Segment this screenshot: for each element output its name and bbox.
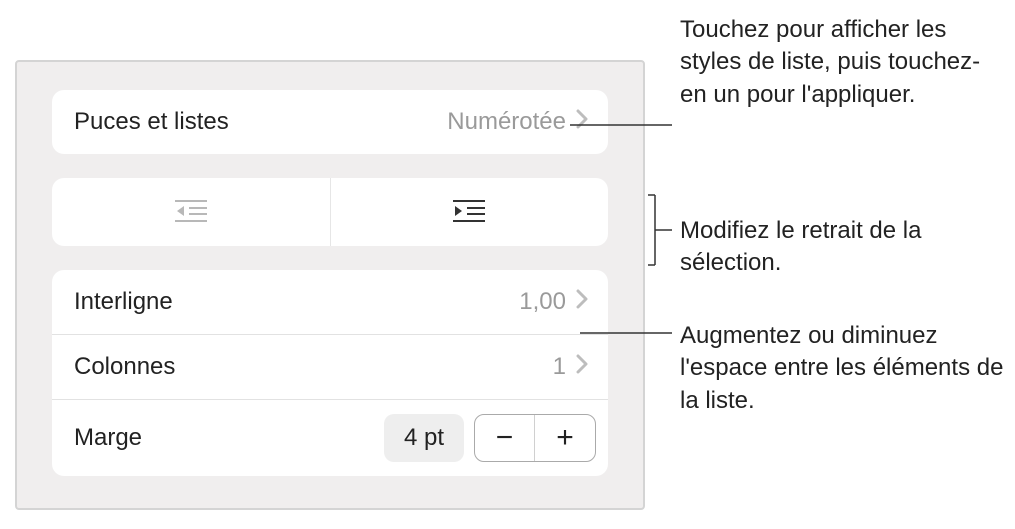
margin-value[interactable]: 4 pt <box>384 414 464 462</box>
callout-bullets: Touchez pour afficher les styles de list… <box>680 14 990 111</box>
bullets-lists-value: Numérotée <box>447 108 566 136</box>
bullets-lists-label: Puces et listes <box>74 108 229 136</box>
indent-button[interactable] <box>331 178 609 246</box>
outdent-icon <box>175 197 207 228</box>
margin-label: Marge <box>74 424 142 452</box>
plus-icon: + <box>556 421 574 455</box>
columns-value: 1 <box>553 353 566 381</box>
interline-row[interactable]: Interligne 1,00 <box>52 270 608 335</box>
chevron-right-icon <box>576 289 588 315</box>
spacing-section: Interligne 1,00 Colonnes 1 Marge 4 pt <box>52 270 608 476</box>
chevron-right-icon <box>576 109 588 135</box>
callout-interline: Augmentez ou diminuez l'espace entre les… <box>680 320 1005 417</box>
chevron-right-icon <box>576 354 588 380</box>
interline-label: Interligne <box>74 288 173 316</box>
indent-section <box>52 178 608 246</box>
callout-indent: Modifiez le retrait de la sélection. <box>680 215 1000 280</box>
columns-right: 1 <box>553 353 588 381</box>
margin-increase-button[interactable]: + <box>535 415 595 461</box>
columns-label: Colonnes <box>74 353 175 381</box>
bullets-lists-right: Numérotée <box>447 108 588 136</box>
columns-row[interactable]: Colonnes 1 <box>52 335 608 400</box>
bullets-lists-section: Puces et listes Numérotée <box>52 90 608 154</box>
margin-stepper: − + <box>474 414 596 462</box>
minus-icon: − <box>496 421 514 455</box>
margin-decrease-button[interactable]: − <box>475 415 535 461</box>
margin-row: Marge 4 pt − + <box>52 400 608 476</box>
bullets-lists-row[interactable]: Puces et listes Numérotée <box>52 90 608 154</box>
indent-icon <box>453 197 485 228</box>
interline-right: 1,00 <box>519 288 588 316</box>
margin-controls: 4 pt − + <box>384 414 596 462</box>
outdent-button[interactable] <box>52 178 331 246</box>
format-panel: Puces et listes Numérotée <box>15 60 645 510</box>
interline-value: 1,00 <box>519 288 566 316</box>
